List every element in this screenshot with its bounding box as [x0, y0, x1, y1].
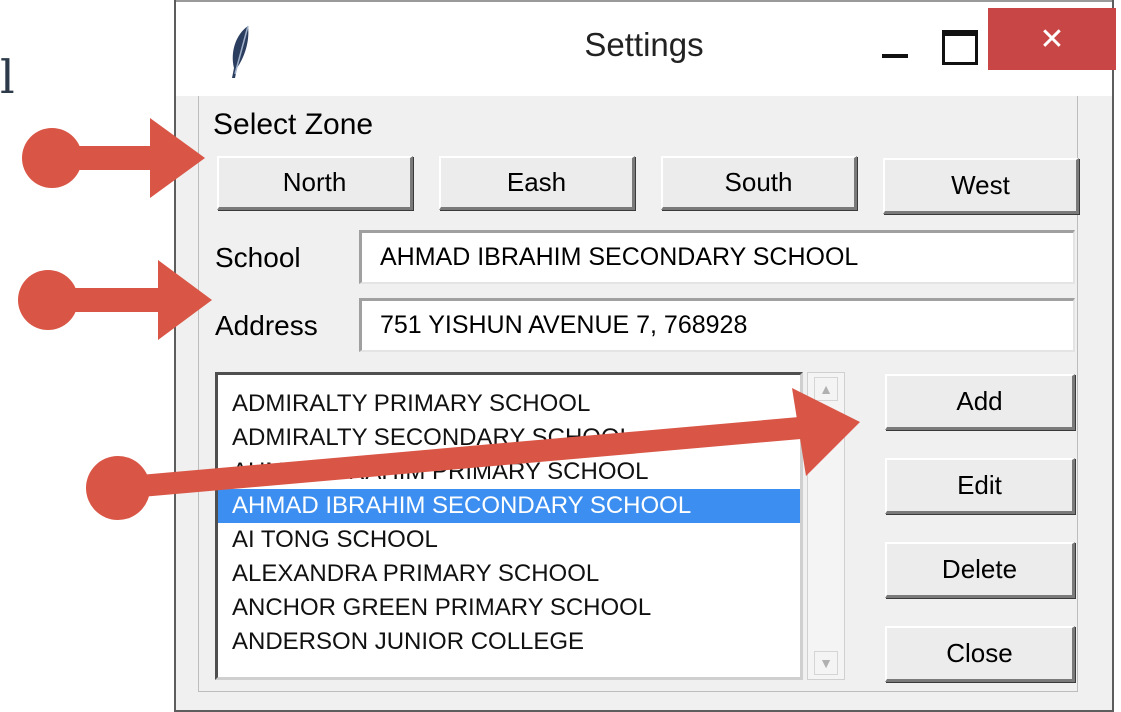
- title-bar[interactable]: Settings ✕: [176, 0, 1116, 96]
- delete-button[interactable]: Delete: [885, 542, 1075, 598]
- list-item[interactable]: AHMAD IBRAHIM PRIMARY SCHOOL: [218, 455, 800, 489]
- select-zone-label: Select Zone: [213, 108, 374, 141]
- list-item[interactable]: ADMIRALTY SECONDARY SCHOOL: [218, 421, 800, 455]
- add-button[interactable]: Add: [885, 374, 1075, 430]
- zone-south-button[interactable]: South: [661, 156, 857, 210]
- zone-west-button[interactable]: West: [883, 158, 1079, 214]
- zone-east-button[interactable]: Eash: [439, 156, 635, 210]
- list-item[interactable]: ADMIRALTY PRIMARY SCHOOL: [218, 387, 800, 421]
- scroll-down-icon[interactable]: ▼: [814, 651, 838, 675]
- settings-panel: Select Zone North Eash South West School…: [198, 96, 1079, 692]
- zone-north-button[interactable]: North: [217, 156, 413, 210]
- scroll-up-icon[interactable]: ▲: [814, 377, 838, 401]
- address-label: Address: [215, 310, 318, 341]
- list-item[interactable]: AI TONG SCHOOL: [218, 523, 800, 557]
- school-field[interactable]: AHMAD IBRAHIM SECONDARY SCHOOL: [359, 230, 1075, 284]
- list-item[interactable]: ANDERSON JUNIOR COLLEGE: [218, 625, 800, 659]
- list-item[interactable]: ANCHOR GREEN PRIMARY SCHOOL: [218, 591, 800, 625]
- maximize-icon[interactable]: [928, 12, 988, 78]
- school-label: School: [215, 242, 301, 273]
- address-field[interactable]: 751 YISHUN AVENUE 7, 768928: [359, 298, 1075, 352]
- background-letter: l: [0, 50, 15, 104]
- close-button[interactable]: Close: [885, 626, 1075, 682]
- school-listbox[interactable]: ADMIRALTY PRIMARY SCHOOL ADMIRALTY SECON…: [215, 372, 803, 680]
- list-item[interactable]: ALEXANDRA PRIMARY SCHOOL: [218, 557, 800, 591]
- minimize-icon[interactable]: [864, 12, 924, 78]
- close-icon[interactable]: ✕: [988, 8, 1116, 70]
- settings-window: Settings ✕ Select Zone North Eash South …: [174, 0, 1116, 712]
- list-item-selected[interactable]: AHMAD IBRAHIM SECONDARY SCHOOL: [218, 489, 800, 523]
- edit-button[interactable]: Edit: [885, 458, 1075, 514]
- list-scrollbar[interactable]: ▲ ▼: [807, 372, 845, 680]
